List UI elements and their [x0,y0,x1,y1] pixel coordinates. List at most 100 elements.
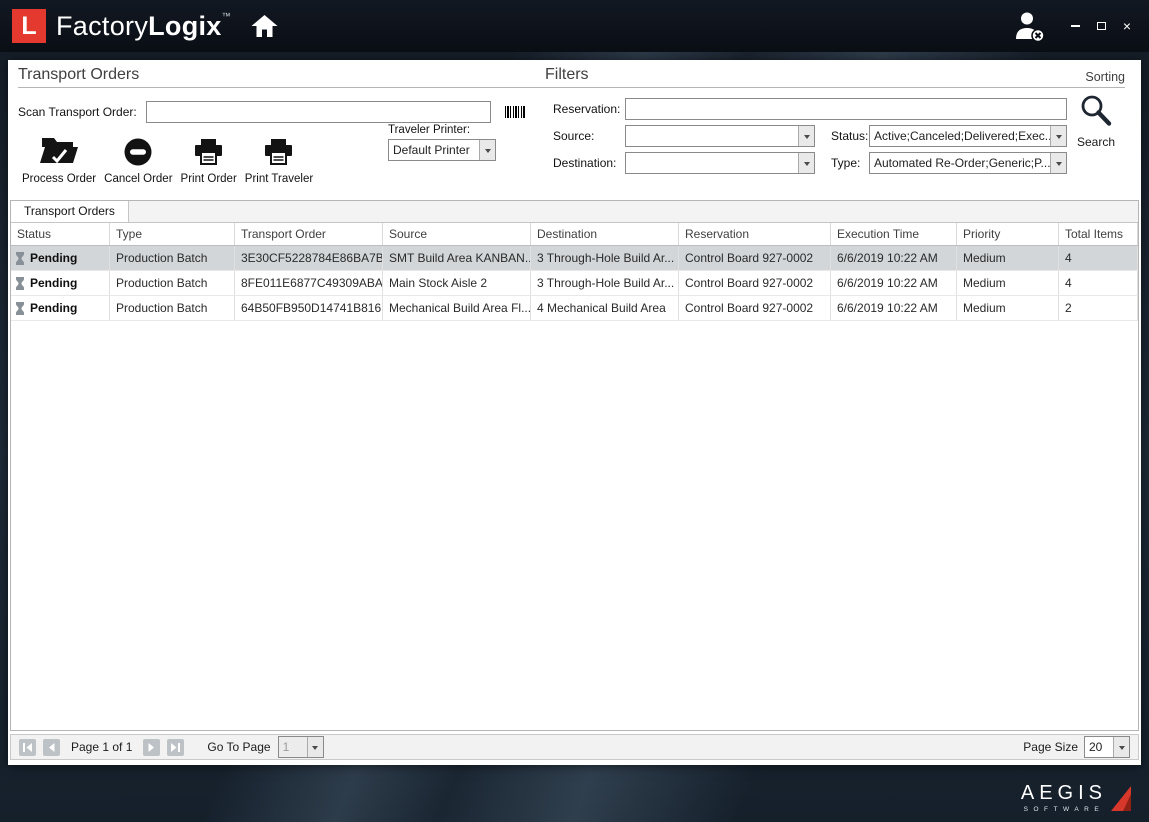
page-indicator: Page 1 of 1 [71,740,132,754]
column-header-source[interactable]: Source [383,223,531,245]
minimize-button[interactable] [1071,19,1080,33]
cancel-order-button[interactable]: Cancel Order [100,133,176,185]
logout-user-button[interactable] [1013,11,1045,42]
go-to-page-label: Go To Page [207,740,270,754]
print-order-label: Print Order [181,173,237,185]
page-size-select[interactable]: 20 [1084,736,1130,758]
print-order-button[interactable]: Print Order [177,133,241,185]
go-to-page-value: 1 [279,737,307,757]
previous-page-button[interactable] [43,739,60,756]
process-order-button[interactable]: Process Order [18,133,100,185]
barcode-icon [505,106,526,118]
app-window: L FactoryLogix™ × [0,0,1149,822]
print-order-icon [193,138,224,167]
grid-cell: 8FE011E6877C49309ABA... [235,271,383,295]
transport-orders-heading: Transport Orders [18,66,545,88]
column-header-status[interactable]: Status [11,223,110,245]
cancel-order-label: Cancel Order [104,173,172,185]
column-header-type[interactable]: Type [110,223,235,245]
type-filter-select[interactable]: Automated Re-Order;Generic;P... [869,152,1067,174]
grid-cell: Control Board 927-0002 [679,271,831,295]
column-header-priority[interactable]: Priority [957,223,1059,245]
scan-row: Scan Transport Order: [18,101,545,123]
last-page-icon [170,742,181,753]
transport-orders-grid: Transport Orders StatusTypeTransport Ord… [10,200,1139,731]
scan-transport-order-input[interactable] [146,101,491,123]
last-page-button[interactable] [167,739,184,756]
source-filter-select[interactable] [625,125,815,147]
home-icon [251,15,278,37]
column-header-reservation[interactable]: Reservation [679,223,831,245]
grid-cell: Medium [957,271,1059,295]
traveler-printer-select[interactable]: Default Printer [388,139,496,161]
print-traveler-icon [263,138,294,167]
filters-heading-row: Filters Sorting [545,66,1125,88]
trademark: ™ [222,11,231,21]
grid-cell: 6/6/2019 10:22 AM [831,246,957,270]
reservation-label: Reservation: [553,98,620,120]
sorting-link[interactable]: Sorting [1085,70,1125,84]
column-header-total-items[interactable]: Total Items [1059,223,1138,245]
destination-filter-select[interactable] [625,152,815,174]
destination-label: Destination: [553,152,616,174]
column-header-destination[interactable]: Destination [531,223,679,245]
grid-tabstrip: Transport Orders [11,201,1138,223]
grid-cell: SMT Build Area KANBAN... [383,246,531,270]
close-button[interactable]: × [1123,19,1131,33]
status-filter-select[interactable]: Active;Canceled;Delivered;Exec... [869,125,1067,147]
source-label: Source: [553,125,594,147]
grid-cell: 6/6/2019 10:22 AM [831,271,957,295]
tab-transport-orders[interactable]: Transport Orders [11,201,129,222]
page-size-label: Page Size [1023,740,1078,754]
hourglass-icon [15,252,25,265]
chevron-down-icon [1050,153,1066,173]
grid-cell: 2 [1059,296,1138,320]
next-page-button[interactable] [143,739,160,756]
hourglass-icon [15,302,25,315]
first-page-button[interactable] [19,739,36,756]
grid-cell: Medium [957,246,1059,270]
print-traveler-button[interactable]: Print Traveler [241,133,317,185]
table-row[interactable]: PendingProduction Batch8FE011E6877C49309… [11,271,1138,296]
grid-cell: 3 Through-Hole Build Ar... [531,271,679,295]
grid-cell: 6/6/2019 10:22 AM [831,296,957,320]
grid-cell: 3 Through-Hole Build Ar... [531,246,679,270]
table-row[interactable]: PendingProduction Batch64B50FB950D14741B… [11,296,1138,321]
aegis-logo: AEGIS SOFTWARE [1021,784,1133,813]
type-label: Type: [831,152,860,174]
source-filter-value [626,126,798,146]
app-title-bold: Logix [148,11,222,41]
destination-filter-value [626,153,798,173]
app-logo: L [12,9,46,43]
chevron-down-icon [479,140,495,160]
grid-cell: Main Stock Aisle 2 [383,271,531,295]
column-header-execution-time[interactable]: Execution Time [831,223,957,245]
reservation-filter-input[interactable] [625,98,1067,120]
status-label: Status: [831,125,868,147]
traveler-printer-value: Default Printer [389,140,479,160]
filters-heading: Filters [545,66,589,84]
grid-cell: 64B50FB950D14741B816... [235,296,383,320]
grid-cell: Mechanical Build Area Fl... [383,296,531,320]
grid-cell: Production Batch [110,271,235,295]
grid-cell: 3E30CF5228784E86BA7B... [235,246,383,270]
process-order-label: Process Order [22,173,96,185]
grid-cell: Control Board 927-0002 [679,246,831,270]
chevron-down-icon [798,126,814,146]
user-logout-icon [1013,11,1045,42]
grid-cell: 4 Mechanical Build Area [531,296,679,320]
column-header-transport-order[interactable]: Transport Order [235,223,383,245]
transport-orders-section: Transport Orders Scan Transport Order: P… [18,66,545,185]
app-title-regular: Factory [56,11,148,41]
chevron-down-icon [307,737,323,757]
grid-cell: 4 [1059,271,1138,295]
aegis-text: AEGIS SOFTWARE [1021,784,1107,813]
table-row[interactable]: PendingProduction Batch3E30CF5228784E86B… [11,246,1138,271]
search-button[interactable]: Search [1069,94,1123,149]
minimize-icon [1071,25,1080,27]
home-button[interactable] [251,15,278,37]
process-order-icon [39,136,79,167]
traveler-printer-group: Traveler Printer: Default Printer [388,124,496,161]
go-to-page-input[interactable]: 1 [278,736,324,758]
maximize-button[interactable] [1097,19,1106,33]
